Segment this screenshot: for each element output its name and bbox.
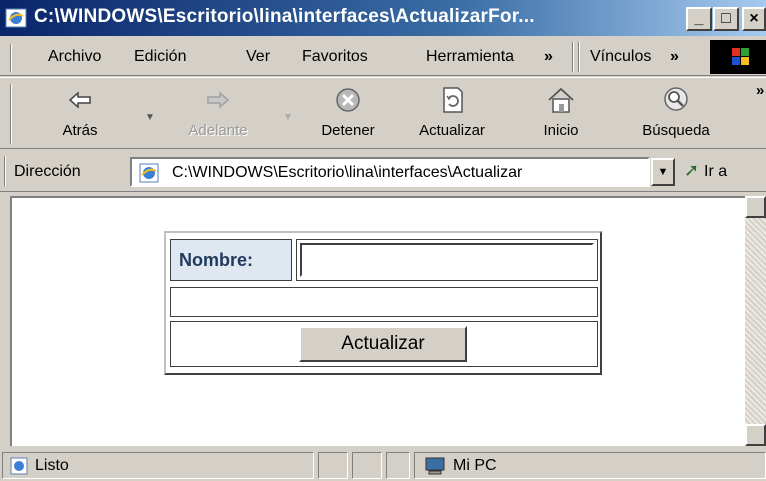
menu-edicion[interactable]: Edición xyxy=(134,48,186,66)
forward-dropdown-icon[interactable]: ▼ xyxy=(283,112,293,123)
status-text-pane: Listo xyxy=(2,452,314,479)
minimize-icon: _ xyxy=(694,10,704,27)
refresh-label: Actualizar xyxy=(419,122,485,139)
close-button[interactable]: × xyxy=(742,7,766,31)
name-input-cell xyxy=(296,239,598,281)
search-label: Búsqueda xyxy=(642,122,710,139)
page-content: Nombre: Actualizar xyxy=(10,196,745,446)
back-arrow-icon xyxy=(68,91,91,109)
chevron-down-icon: ▼ xyxy=(657,166,669,178)
address-grip[interactable] xyxy=(4,156,6,186)
status-pane-progress xyxy=(318,452,348,479)
status-zone-pane: Mi PC xyxy=(414,452,766,479)
links-grip[interactable] xyxy=(578,42,580,72)
close-icon: × xyxy=(749,10,759,27)
empty-row-cell xyxy=(170,287,598,317)
address-label: Dirección xyxy=(14,163,81,180)
address-value: C:\WINDOWS\Escritorio\lina\interfaces\Ac… xyxy=(172,164,523,181)
forward-arrow-icon xyxy=(207,91,230,109)
menu-bar: Archivo Edición Ver Favoritos Herramient… xyxy=(0,36,766,76)
submit-cell: Actualizar xyxy=(170,321,598,367)
refresh-button[interactable]: Actualizar xyxy=(402,78,502,148)
menu-favoritos[interactable]: Favoritos xyxy=(302,48,368,66)
stop-label: Detener xyxy=(321,122,375,139)
address-dropdown-button[interactable]: ▼ xyxy=(651,158,675,186)
menu-herramientas[interactable]: Herramienta xyxy=(426,48,514,66)
name-label-cell: Nombre: xyxy=(170,239,292,281)
status-pane-blank xyxy=(386,452,410,479)
home-button[interactable]: Inicio xyxy=(526,78,596,148)
zone-text: Mi PC xyxy=(453,457,497,474)
address-bar: Dirección C:\WINDOWS\Escritorio\lina\int… xyxy=(0,150,766,192)
name-label: Nombre: xyxy=(179,250,254,270)
page-icon xyxy=(139,163,159,183)
links-separator xyxy=(572,42,574,72)
address-input[interactable]: C:\WINDOWS\Escritorio\lina\interfaces\Ac… xyxy=(130,157,650,187)
maximize-icon: □ xyxy=(721,10,731,27)
links-label[interactable]: Vínculos xyxy=(590,48,651,66)
title-bar[interactable]: C:\WINDOWS\Escritorio\lina\interfaces\Ac… xyxy=(0,0,766,36)
standard-toolbar: Atrás ▼ Adelante ▼ Detener Actualizar In… xyxy=(0,77,766,149)
status-text: Listo xyxy=(35,457,69,474)
home-label: Inicio xyxy=(543,122,579,139)
update-form: Nombre: Actualizar xyxy=(164,231,602,375)
status-page-icon xyxy=(10,457,28,475)
forward-button[interactable]: Adelante xyxy=(168,78,268,148)
menu-more-chevron[interactable]: » xyxy=(544,48,553,66)
status-bar: Listo Mi PC xyxy=(0,448,766,481)
go-arrow-icon[interactable]: ➚ xyxy=(684,160,699,181)
update-button[interactable]: Actualizar xyxy=(299,326,467,362)
stop-button[interactable]: Detener xyxy=(308,78,388,148)
minimize-button[interactable]: _ xyxy=(686,7,712,31)
menu-grip[interactable] xyxy=(10,44,12,72)
scroll-up-button[interactable] xyxy=(745,196,766,218)
maximize-button[interactable]: □ xyxy=(713,7,739,31)
back-button[interactable]: Atrás xyxy=(40,78,120,148)
home-icon xyxy=(548,87,574,113)
toolbar-grip[interactable] xyxy=(10,84,12,144)
windows-flag-icon xyxy=(732,48,749,65)
search-globe-icon xyxy=(664,87,688,111)
back-dropdown-icon[interactable]: ▼ xyxy=(145,112,155,123)
stop-icon xyxy=(336,88,360,112)
name-input[interactable] xyxy=(300,243,594,277)
back-label: Atrás xyxy=(62,122,98,139)
links-more-chevron[interactable]: » xyxy=(670,48,679,66)
refresh-icon xyxy=(443,87,463,113)
search-button[interactable]: Búsqueda xyxy=(628,78,724,148)
windows-logo xyxy=(710,40,766,74)
ie-page-icon xyxy=(5,8,27,28)
menu-archivo[interactable]: Archivo xyxy=(48,48,101,66)
forward-label: Adelante xyxy=(188,122,248,139)
go-button[interactable]: Ir a xyxy=(704,163,727,181)
computer-icon xyxy=(425,457,445,475)
window-title: C:\WINDOWS\Escritorio\lina\interfaces\Ac… xyxy=(34,6,535,27)
vertical-scrollbar[interactable] xyxy=(745,196,766,446)
status-pane-security xyxy=(352,452,382,479)
menu-ver[interactable]: Ver xyxy=(246,48,270,66)
scroll-down-button[interactable] xyxy=(745,424,766,446)
toolbar-more-chevron[interactable]: » xyxy=(756,82,764,99)
